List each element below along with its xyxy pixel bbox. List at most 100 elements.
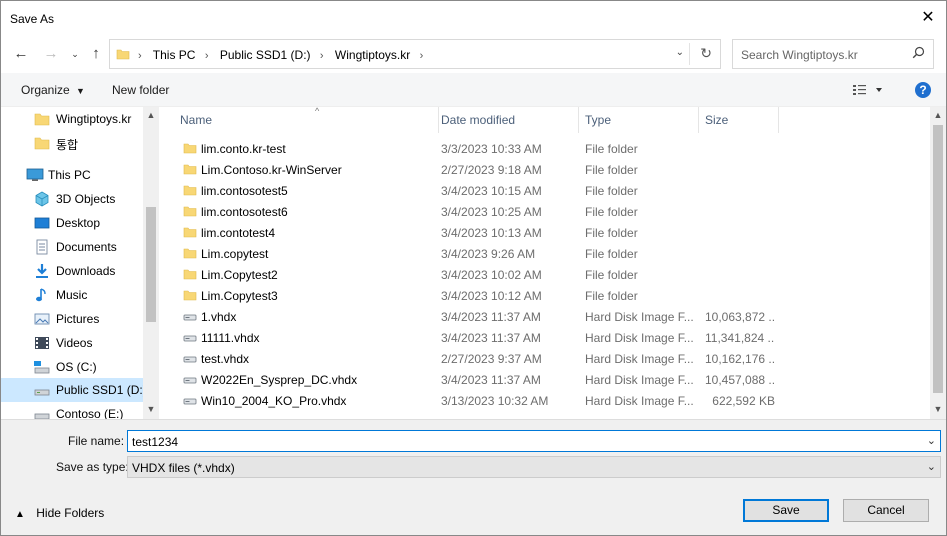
file-row[interactable]: lim.contotest4 3/4/2023 10:13 AM File fold… <box>161 222 930 243</box>
help-button[interactable]: ? <box>915 82 931 98</box>
arrow-left-icon: ← <box>13 45 29 62</box>
close-button[interactable]: ✕ <box>916 6 940 30</box>
change-view-button[interactable] <box>852 82 882 97</box>
file-list-scrollbar[interactable]: ▲ ▼ <box>930 107 946 419</box>
column-header-date[interactable]: Date modified <box>439 107 579 133</box>
divider <box>689 43 690 65</box>
up-button[interactable]: ↑ <box>85 43 107 65</box>
file-name: Lim.copytest <box>201 247 269 261</box>
title-bar: Save As ✕ <box>1 1 946 35</box>
file-name-input[interactable]: test1234 ⌄ <box>127 430 941 452</box>
file-row[interactable]: 1.vhdx 3/4/2023 11:37 AM Hard Disk Image F… <box>161 306 930 327</box>
folder-icon <box>183 226 197 239</box>
file-row[interactable]: lim.contosotest6 3/4/2023 10:25 AM File fo… <box>161 201 930 222</box>
folder-icon <box>183 184 197 197</box>
folder-icon <box>183 268 197 281</box>
folder-icon <box>116 47 130 61</box>
scrollbar-thumb[interactable] <box>933 125 943 393</box>
file-name-value[interactable]: test1234 <box>132 435 178 449</box>
navigation-scrollbar[interactable]: ▲ ▼ <box>143 107 159 419</box>
file-date: 3/4/2023 11:37 AM <box>441 373 541 387</box>
breadcrumb-item[interactable]: Public SSD1 (D:) <box>220 48 311 62</box>
column-header-type[interactable]: Type <box>579 107 699 133</box>
file-row[interactable]: W2022En_Sysprep_DC.vhdx 3/4/2023 11:37 AM… <box>161 369 930 390</box>
sidebar-item-wingtiptoys[interactable]: Wingtiptoys.kr <box>1 107 143 131</box>
music-icon <box>34 287 50 303</box>
file-type: Hard Disk Image F... <box>585 373 693 387</box>
videos-icon <box>34 335 50 351</box>
chevron-down-icon[interactable]: ⌄ <box>927 434 936 447</box>
chevron-right-icon: › <box>319 50 324 62</box>
file-row[interactable]: test.vhdx 2/27/2023 9:37 AM Hard Disk Imag… <box>161 348 930 369</box>
sidebar-item-label: Public SSD1 (D:) <box>56 383 147 397</box>
sidebar-item-label: Music <box>56 288 88 302</box>
sidebar-item-tonghap[interactable]: 통합 <box>1 131 143 155</box>
column-header-size[interactable]: Size <box>699 107 779 133</box>
sidebar-item-label: 3D Objects <box>56 192 116 206</box>
file-name: test.vhdx <box>201 352 250 366</box>
folder-icon <box>183 247 197 260</box>
chevron-down-icon[interactable]: ⌄ <box>676 47 684 58</box>
file-name: 1.vhdx <box>201 310 237 324</box>
file-row[interactable]: Lim.Contoso.kr-WinServer 2/27/2023 9:18 A… <box>161 159 930 180</box>
chevron-right-icon: › <box>204 50 209 62</box>
navigation-pane: Wingtiptoys.kr 통합 This PC 3D Objects Des… <box>1 107 159 419</box>
scrollbar-thumb[interactable] <box>146 207 156 322</box>
back-button[interactable]: ← <box>10 43 32 65</box>
desktop-icon <box>34 215 50 231</box>
sidebar-item-videos[interactable]: Videos <box>1 331 143 355</box>
organize-button[interactable]: Organize ▼ <box>21 83 85 97</box>
sidebar-item-downloads[interactable]: Downloads <box>1 259 143 283</box>
save-as-dialog: Save As ✕ ← → ⌄ ↑ › This PC › Public SSD… <box>0 0 947 536</box>
file-type: Hard Disk Image F... <box>585 331 693 345</box>
file-row[interactable]: Lim.Copytest3 3/4/2023 10:12 AM File folde… <box>161 285 930 306</box>
sidebar-item-label: Videos <box>56 336 93 350</box>
file-row[interactable]: Lim.copytest 3/4/2023 9:26 AM File folder <box>161 243 930 264</box>
file-date: 3/4/2023 10:13 AM <box>441 226 542 240</box>
sidebar-item-this-pc[interactable]: This PC <box>1 163 143 187</box>
file-row[interactable]: Lim.Copytest2 3/4/2023 10:02 AM File folde… <box>161 264 930 285</box>
hide-folders-label: Hide Folders <box>36 506 105 520</box>
sidebar-item-music[interactable]: Music <box>1 283 143 307</box>
sidebar-item-public-ssd1[interactable]: Public SSD1 (D:) <box>1 378 147 402</box>
hide-folders-button[interactable]: ▲ Hide Folders <box>15 506 104 520</box>
sidebar-item-os-c[interactable]: OS (C:) <box>1 355 143 379</box>
save-button[interactable]: Save <box>743 499 829 522</box>
breadcrumb: › This PC › Public SSD1 (D:) › Wingtipto… <box>136 48 431 62</box>
cancel-button[interactable]: Cancel <box>843 499 929 522</box>
forward-button[interactable]: → <box>40 43 62 65</box>
sidebar-item-contoso-e[interactable]: Contoso (E:) <box>1 402 143 419</box>
search-input[interactable]: Search Wingtiptoys.kr <box>741 48 858 62</box>
file-list: ^ Name Date modified Type Size lim.conto… <box>161 107 930 419</box>
refresh-icon[interactable]: ↻ <box>700 45 712 62</box>
sidebar-item-label: Contoso (E:) <box>56 407 124 419</box>
sidebar-item-3d-objects[interactable]: 3D Objects <box>1 187 143 211</box>
sidebar-item-documents[interactable]: Documents <box>1 235 143 259</box>
file-row[interactable]: 11111.vhdx 3/4/2023 11:37 AM Hard Disk Ima… <box>161 327 930 348</box>
file-type: Hard Disk Image F... <box>585 352 693 366</box>
column-header-name[interactable]: ^ Name <box>177 107 439 133</box>
sidebar-item-desktop[interactable]: Desktop <box>1 211 143 235</box>
folder-icon <box>183 205 197 218</box>
file-row[interactable]: lim.conto.kr-test 3/3/2023 10:33 AM File f… <box>161 138 930 159</box>
caret-up-icon: ▲ <box>15 509 25 520</box>
new-folder-button[interactable]: New folder <box>112 83 169 97</box>
disk-image-icon <box>183 373 197 386</box>
scroll-down-icon[interactable]: ▼ <box>930 404 946 414</box>
file-date: 3/13/2023 10:32 AM <box>441 394 549 408</box>
recent-locations-button[interactable]: ⌄ <box>64 43 86 65</box>
file-row[interactable]: Win10_2004_KO_Pro.vhdx 3/13/2023 10:32 AM… <box>161 390 930 411</box>
scroll-up-icon[interactable]: ▲ <box>143 110 159 120</box>
breadcrumb-item[interactable]: This PC <box>153 48 196 62</box>
scroll-down-icon[interactable]: ▼ <box>143 404 159 414</box>
disk-image-icon <box>183 310 197 323</box>
search-box[interactable]: Search Wingtiptoys.kr <box>732 39 934 69</box>
address-bar[interactable]: › This PC › Public SSD1 (D:) › Wingtipto… <box>109 39 721 69</box>
save-type-select[interactable]: VHDX files (*.vhdx) ⌄ <box>127 456 941 478</box>
save-type-value: VHDX files (*.vhdx) <box>132 461 235 475</box>
file-row[interactable]: lim.contosotest5 3/4/2023 10:15 AM File fo… <box>161 180 930 201</box>
help-icon: ? <box>919 83 927 97</box>
scroll-up-icon[interactable]: ▲ <box>930 110 946 120</box>
breadcrumb-item[interactable]: Wingtiptoys.kr <box>335 48 410 62</box>
sidebar-item-pictures[interactable]: Pictures <box>1 307 143 331</box>
